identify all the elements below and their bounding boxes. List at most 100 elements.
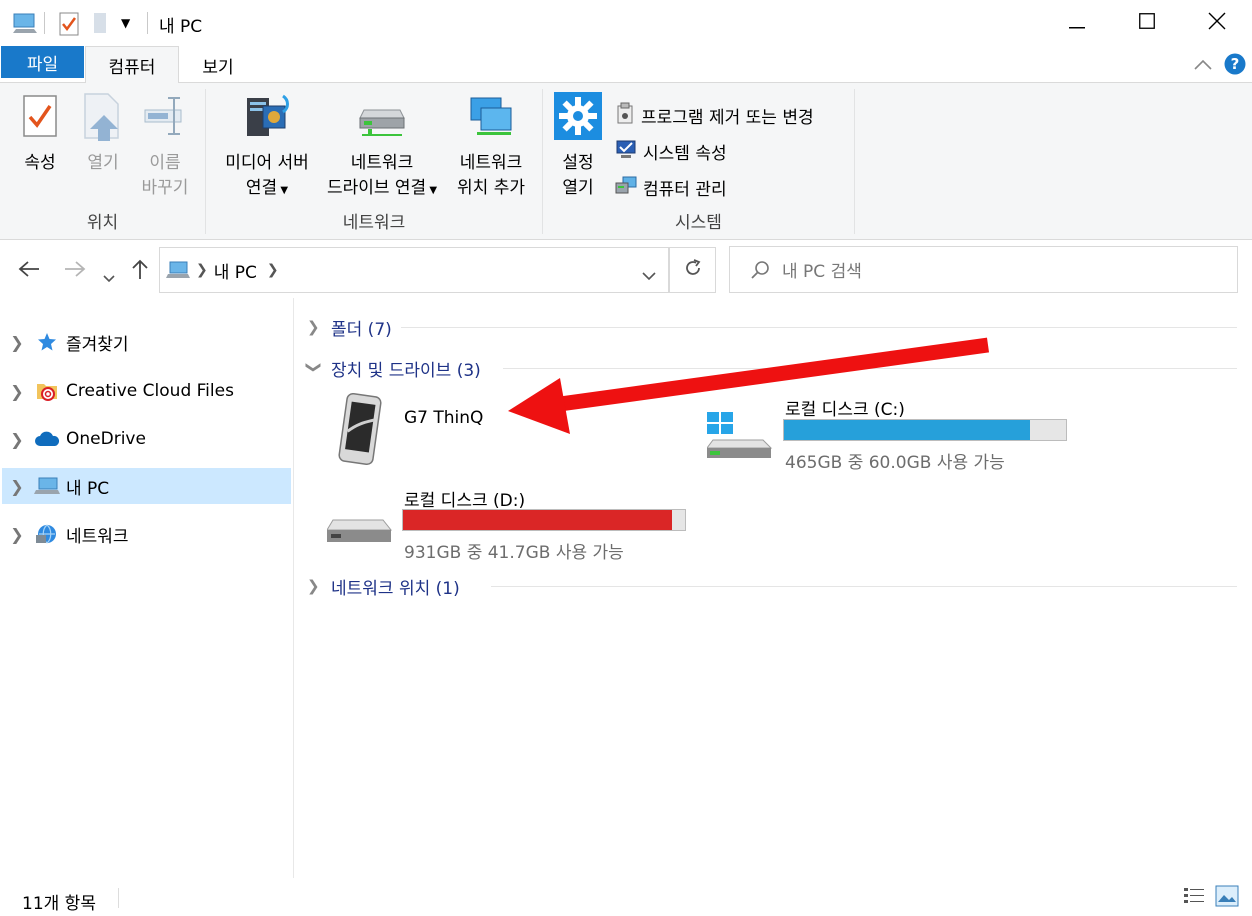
new-folder-icon[interactable] bbox=[93, 12, 109, 38]
breadcrumb-my-pc[interactable]: 내 PC bbox=[214, 258, 257, 283]
group-header-devices[interactable]: ❯ 장치 및 드라이브 (3) bbox=[305, 356, 1237, 381]
minimize-button[interactable] bbox=[1042, 0, 1112, 46]
open-button[interactable]: 열기 bbox=[78, 89, 128, 176]
svg-text:?: ? bbox=[1231, 55, 1240, 73]
tab-file[interactable]: 파일 bbox=[1, 46, 84, 78]
tab-computer[interactable]: 컴퓨터 bbox=[85, 46, 179, 84]
media-server-dropdown-icon: ▼ bbox=[277, 185, 289, 196]
add-network-location-button[interactable]: 네트워크 위치 추가 bbox=[446, 89, 536, 201]
navigation-pane: ❯ 즐겨찾기 ❯ Creative Cloud Files ❯ OneDrive… bbox=[0, 298, 294, 878]
windows-drive-icon bbox=[706, 412, 773, 464]
details-view-icon[interactable] bbox=[1183, 886, 1205, 910]
properties-button[interactable]: 속성 bbox=[14, 89, 66, 176]
nav-item-network[interactable]: ❯ 네트워크 bbox=[2, 516, 291, 552]
drive-tile-d[interactable]: 로컬 디스크 (D:) 931GB 중 41.7GB 사용 가능 bbox=[325, 482, 705, 564]
drive-usage-fill bbox=[784, 420, 1030, 440]
address-box[interactable]: ❯ 내 PC ❯ bbox=[159, 247, 669, 293]
search-box[interactable]: 내 PC 검색 bbox=[729, 246, 1238, 293]
collapse-ribbon-chevron-icon[interactable] bbox=[1194, 56, 1212, 75]
phone-icon bbox=[333, 392, 385, 471]
media-server-button[interactable]: 미디어 서버 연결 ▼ bbox=[212, 89, 322, 203]
drive-icon bbox=[326, 518, 393, 556]
help-icon[interactable]: ? bbox=[1224, 53, 1246, 79]
add-network-location-label-line2: 위치 추가 bbox=[457, 178, 525, 198]
expand-chevron-icon: ❯ bbox=[307, 577, 320, 595]
refresh-icon bbox=[683, 258, 703, 282]
large-icons-view-icon[interactable] bbox=[1215, 885, 1239, 911]
maximize-button[interactable] bbox=[1112, 0, 1182, 46]
refresh-button[interactable] bbox=[669, 247, 716, 293]
device-tile-phone[interactable]: G7 ThinQ bbox=[325, 390, 665, 470]
expand-chevron-icon[interactable]: ❯ bbox=[2, 382, 32, 401]
group-header-label: 네트워크 위치 (1) bbox=[331, 578, 460, 599]
drive-free-space: 931GB 중 41.7GB 사용 가능 bbox=[404, 543, 624, 563]
media-server-label-line2: 연결 bbox=[245, 178, 278, 198]
expand-chevron-icon[interactable]: ❯ bbox=[2, 525, 32, 544]
rename-button[interactable]: 이름 바꾸기 bbox=[135, 89, 195, 201]
system-properties-button[interactable]: 시스템 속성 bbox=[615, 139, 727, 164]
computer-icon[interactable] bbox=[12, 12, 38, 38]
open-settings-label-line1: 설정 bbox=[562, 153, 594, 173]
ribbon-group-label-system: 시스템 bbox=[675, 213, 722, 233]
media-server-icon bbox=[243, 92, 291, 148]
group-header-folders[interactable]: ❯ 폴더 (7) bbox=[307, 315, 1237, 340]
recent-locations-dropdown-icon[interactable] bbox=[103, 264, 115, 288]
ribbon-tabs: 파일 컴퓨터 보기 ? bbox=[0, 46, 1252, 84]
expand-chevron-icon[interactable]: ❯ bbox=[2, 477, 32, 496]
minimize-icon bbox=[1069, 14, 1085, 33]
properties-checkmark-icon[interactable] bbox=[59, 12, 79, 40]
breadcrumb-chevron-icon[interactable]: ❯ bbox=[196, 262, 208, 278]
item-count: 11개 항목 bbox=[22, 894, 96, 914]
up-button[interactable] bbox=[131, 259, 149, 284]
drive-name: 로컬 디스크 (C:) bbox=[785, 400, 905, 420]
back-button[interactable] bbox=[18, 259, 40, 283]
drive-tile-c[interactable]: 로컬 디스크 (C:) 465GB 중 60.0GB 사용 가능 bbox=[705, 390, 1085, 473]
breadcrumb-chevron-icon[interactable]: ❯ bbox=[267, 262, 279, 278]
uninstall-program-button[interactable]: 프로그램 제거 또는 변경 bbox=[615, 102, 814, 129]
nav-label: OneDrive bbox=[66, 429, 146, 449]
computer-management-label: 컴퓨터 관리 bbox=[643, 180, 727, 200]
address-dropdown-icon[interactable] bbox=[642, 266, 656, 285]
expand-chevron-icon: ❯ bbox=[307, 318, 320, 336]
map-network-drive-button[interactable]: 네트워크 드라이브 연결 ▼ bbox=[318, 89, 446, 203]
collapse-chevron-icon: ❯ bbox=[305, 361, 323, 374]
close-button[interactable] bbox=[1182, 0, 1252, 46]
customize-quick-access-dropdown-icon[interactable]: ▼ bbox=[121, 16, 130, 30]
ribbon-group-label-location: 위치 bbox=[86, 213, 119, 233]
window-title: 내 PC bbox=[159, 17, 203, 37]
ribbon-group-network: 미디어 서버 연결 ▼ 네트워크 드라이브 연결 ▼ 네트워크 위치 추가 네트… bbox=[206, 89, 542, 239]
group-header-label: 폴더 (7) bbox=[331, 319, 392, 340]
title-bar: ▼ 내 PC bbox=[0, 0, 1252, 46]
open-arrow-icon bbox=[82, 91, 124, 149]
nav-item-onedrive[interactable]: ❯ OneDrive bbox=[2, 421, 291, 457]
open-settings-button[interactable]: 설정 열기 bbox=[551, 89, 605, 201]
nav-label: 내 PC bbox=[66, 478, 110, 499]
maximize-icon bbox=[1139, 13, 1155, 33]
rename-label-line2: 바꾸기 bbox=[141, 178, 189, 198]
expand-chevron-icon[interactable]: ❯ bbox=[2, 430, 32, 449]
group-header-network-locations[interactable]: ❯ 네트워크 위치 (1) bbox=[307, 574, 1237, 599]
forward-button[interactable] bbox=[64, 259, 86, 283]
gear-icon bbox=[554, 92, 602, 148]
group-header-label: 장치 및 드라이브 (3) bbox=[331, 360, 481, 381]
ribbon-group-label-network: 네트워크 bbox=[342, 213, 406, 233]
computer-icon bbox=[32, 476, 62, 496]
creative-cloud-folder-icon bbox=[32, 380, 62, 402]
expand-chevron-icon[interactable]: ❯ bbox=[2, 333, 32, 352]
network-icon bbox=[32, 523, 62, 545]
computer-management-button[interactable]: 컴퓨터 관리 bbox=[615, 175, 727, 200]
ribbon: 속성 열기 이름 바꾸기 위치 미디어 서버 연결 ▼ 네트워크 드라이브 연결… bbox=[0, 83, 1252, 240]
uninstall-program-label: 프로그램 제거 또는 변경 bbox=[641, 108, 814, 128]
status-bar: 11개 항목 bbox=[0, 878, 1252, 916]
map-network-drive-dropdown-icon: ▼ bbox=[426, 185, 438, 196]
properties-label: 속성 bbox=[24, 153, 56, 173]
tab-view[interactable]: 보기 bbox=[185, 46, 251, 84]
ribbon-group-location: 속성 열기 이름 바꾸기 위치 bbox=[0, 89, 205, 239]
nav-item-quick-access[interactable]: ❯ 즐겨찾기 bbox=[2, 324, 291, 360]
nav-item-my-pc[interactable]: ❯ 내 PC bbox=[2, 468, 291, 504]
search-input[interactable]: 내 PC 검색 bbox=[782, 257, 862, 282]
open-label: 열기 bbox=[87, 153, 119, 173]
network-drive-icon bbox=[358, 96, 406, 144]
drive-free-space: 465GB 중 60.0GB 사용 가능 bbox=[785, 453, 1005, 473]
nav-item-creative-cloud[interactable]: ❯ Creative Cloud Files bbox=[2, 373, 291, 409]
